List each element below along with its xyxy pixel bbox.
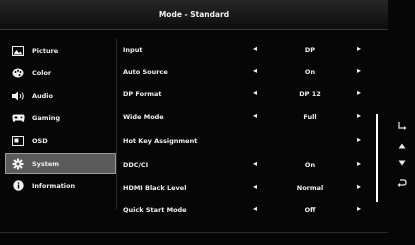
info-icon xyxy=(11,180,25,192)
setting-value: DP 12 xyxy=(299,90,321,98)
setting-value: On xyxy=(304,68,316,76)
left-arrow-icon[interactable]: ◂ xyxy=(253,182,257,191)
osd-menu: Mode - Standard Picture Color Audio Gami… xyxy=(0,0,388,245)
right-arrow-icon[interactable]: ▸ xyxy=(357,88,361,97)
right-arrow-icon[interactable]: ▸ xyxy=(357,66,361,75)
footer-divider xyxy=(0,232,388,233)
right-arrow-icon[interactable]: ▸ xyxy=(357,111,361,120)
sidebar-item-color[interactable]: Color xyxy=(6,63,115,82)
left-arrow-icon[interactable]: ◂ xyxy=(253,204,257,213)
sidebar-item-label: Gaming xyxy=(32,113,61,122)
setting-row-input[interactable]: Input ◂ DP ▸ xyxy=(117,40,375,62)
setting-row-hdmi-black-level[interactable]: HDMI Black Level ◂ Normal ▸ xyxy=(117,178,375,200)
left-arrow-icon[interactable]: ◂ xyxy=(253,88,257,97)
sidebar-item-label: Audio xyxy=(32,91,54,100)
setting-row-wide-mode[interactable]: Wide Mode ◂ Full ▸ xyxy=(117,107,375,129)
setting-label: HDMI Black Level xyxy=(123,184,187,192)
sidebar-item-picture[interactable]: Picture xyxy=(6,41,115,60)
down-triangle-icon[interactable] xyxy=(388,155,415,171)
setting-label: Wide Mode xyxy=(123,113,164,121)
enter-arrow-icon[interactable] xyxy=(388,118,415,134)
setting-row-quick-start-mode[interactable]: Quick Start Mode ◂ Off ▸ xyxy=(117,200,375,222)
mode-title: Mode - Standard xyxy=(158,10,230,19)
sidebar: Picture Color Audio Gaming OSD System In… xyxy=(5,38,116,210)
setting-value: Normal xyxy=(296,184,324,192)
setting-value: DP xyxy=(304,46,316,54)
left-arrow-icon[interactable]: ◂ xyxy=(253,66,257,75)
right-arrow-icon[interactable]: ▸ xyxy=(357,159,361,168)
sidebar-item-label: System xyxy=(32,159,60,168)
sidebar-item-audio[interactable]: Audio xyxy=(6,86,115,105)
gear-icon xyxy=(11,158,25,170)
right-arrow-icon[interactable]: ▸ xyxy=(357,135,361,144)
sidebar-item-label: OSD xyxy=(32,136,48,145)
setting-row-hot-key-assignment[interactable]: Hot Key Assignment ▸ xyxy=(117,131,375,153)
speaker-icon xyxy=(11,90,25,102)
sidebar-item-gaming[interactable]: Gaming xyxy=(6,108,115,127)
right-arrow-icon[interactable]: ▸ xyxy=(357,44,361,53)
navigation-keys xyxy=(388,0,415,245)
setting-label: DDC/CI xyxy=(123,161,149,169)
title-bar: Mode - Standard xyxy=(0,0,388,30)
setting-value: Full xyxy=(303,113,317,121)
right-arrow-icon[interactable]: ▸ xyxy=(357,204,361,213)
setting-label: Input xyxy=(123,46,143,54)
sidebar-item-label: Information xyxy=(32,181,76,190)
settings-list: Input ◂ DP ▸ Auto Source ◂ On ▸ DP Forma… xyxy=(117,38,375,223)
sidebar-item-osd[interactable]: OSD xyxy=(6,131,115,150)
back-return-icon[interactable] xyxy=(388,175,415,191)
setting-value: On xyxy=(304,161,316,169)
setting-label: Quick Start Mode xyxy=(123,206,187,214)
left-arrow-icon[interactable]: ◂ xyxy=(253,159,257,168)
osd-window-icon xyxy=(11,135,25,147)
gamepad-icon xyxy=(11,112,25,124)
scrollbar[interactable] xyxy=(376,114,378,202)
setting-row-ddc-ci[interactable]: DDC/CI ◂ On ▸ xyxy=(117,155,375,177)
setting-label: Auto Source xyxy=(123,68,168,76)
up-triangle-icon[interactable] xyxy=(388,138,415,154)
left-arrow-icon[interactable]: ◂ xyxy=(253,111,257,120)
setting-value: Off xyxy=(304,206,316,214)
setting-row-dp-format[interactable]: DP Format ◂ DP 12 ▸ xyxy=(117,84,375,106)
sidebar-item-system[interactable]: System xyxy=(5,153,116,174)
setting-label: DP Format xyxy=(123,90,162,98)
palette-icon xyxy=(11,67,25,79)
picture-icon xyxy=(11,45,25,57)
left-arrow-icon[interactable]: ◂ xyxy=(253,44,257,53)
sidebar-item-label: Picture xyxy=(32,46,59,55)
sidebar-item-label: Color xyxy=(32,68,52,77)
right-arrow-icon[interactable]: ▸ xyxy=(357,182,361,191)
setting-row-auto-source[interactable]: Auto Source ◂ On ▸ xyxy=(117,62,375,84)
setting-label: Hot Key Assignment xyxy=(123,137,198,145)
sidebar-item-information[interactable]: Information xyxy=(6,176,115,195)
